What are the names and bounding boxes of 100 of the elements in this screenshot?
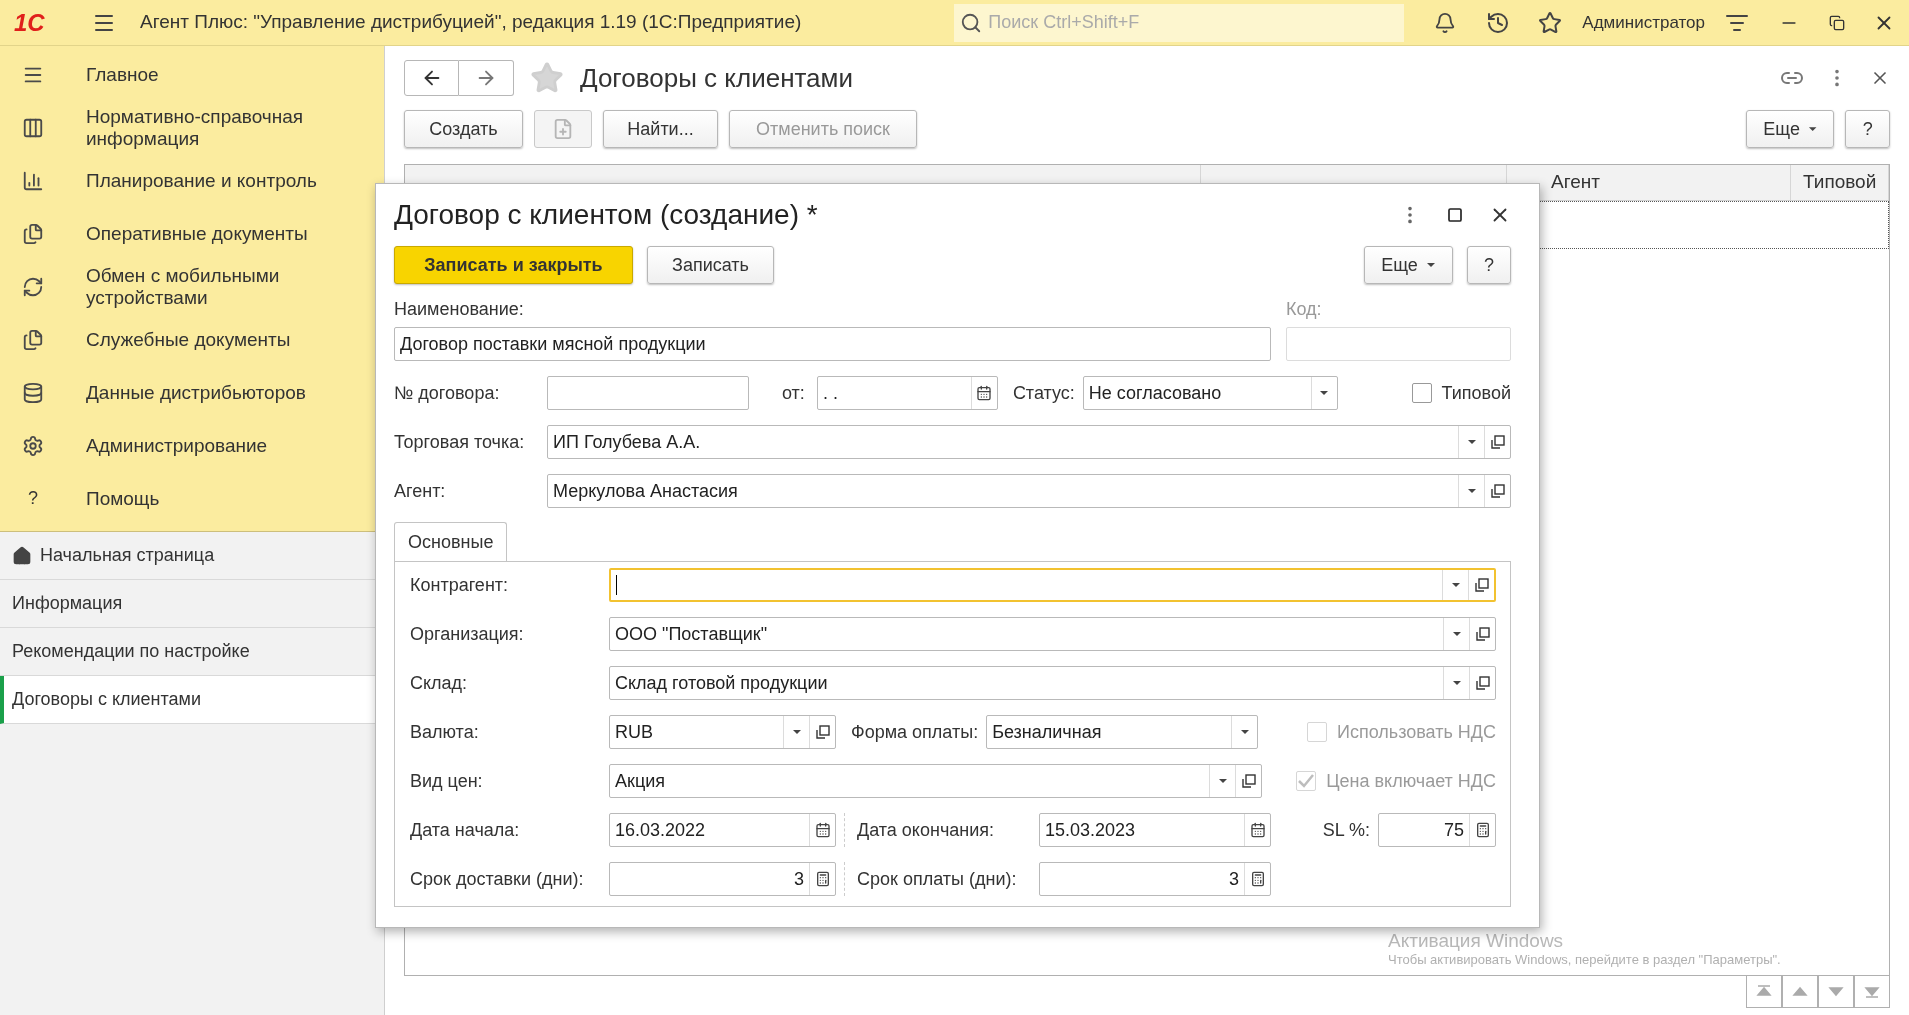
open-icon bbox=[1474, 675, 1491, 691]
help-button[interactable]: ? bbox=[1467, 246, 1511, 284]
settings-icon bbox=[22, 434, 44, 457]
restore-icon[interactable] bbox=[1829, 14, 1845, 31]
sl-field[interactable]: 75 bbox=[1378, 813, 1496, 847]
toolbar-button[interactable]: Найти... bbox=[603, 110, 718, 148]
window-title: Агент Плюс: "Управление дистрибуцией", редакция 1.19 (1С:Предприятие) bbox=[140, 10, 802, 35]
field-label: Наименование: bbox=[394, 298, 525, 321]
organization-field[interactable]: ООО "Поставщик" bbox=[609, 617, 1496, 651]
user-name[interactable]: Администратор bbox=[1582, 9, 1705, 36]
search-icon bbox=[960, 11, 983, 34]
open-icon bbox=[1240, 773, 1257, 789]
columns-icon bbox=[22, 116, 44, 139]
chart-icon bbox=[22, 169, 44, 192]
caret-icon bbox=[1450, 582, 1461, 588]
field-label: Дата начала: bbox=[410, 818, 521, 842]
documents-icon bbox=[22, 328, 44, 351]
notice-title: Активация Windows bbox=[1388, 930, 1565, 952]
toolbar-button[interactable]: Создать bbox=[404, 110, 523, 148]
arrow-icon bbox=[1756, 984, 1773, 999]
status-field[interactable]: Не согласовано bbox=[1082, 376, 1338, 410]
field-label: Срок оплаты (дни): bbox=[857, 868, 1017, 889]
counterparty-field[interactable] bbox=[609, 568, 1496, 602]
agent-field[interactable]: Меркулова Анастасия bbox=[547, 474, 1511, 508]
calculator-icon bbox=[1249, 871, 1266, 887]
document-icon bbox=[552, 118, 574, 140]
section-item[interactable]: Главное bbox=[0, 48, 384, 101]
home-icon bbox=[12, 545, 32, 566]
field-label: Статус: bbox=[1012, 382, 1075, 403]
end-date-field[interactable]: 15.03.2023 bbox=[1039, 813, 1271, 847]
help-button[interactable]: ? bbox=[1845, 110, 1891, 148]
currency-field[interactable]: RUB bbox=[609, 715, 836, 749]
text-cursor bbox=[616, 575, 617, 595]
maximize-icon[interactable] bbox=[1447, 207, 1463, 223]
form-title: Договоры с клиентами bbox=[580, 61, 853, 95]
outlet-field[interactable]: ИП Голубева А.А. bbox=[547, 425, 1511, 459]
star-icon[interactable] bbox=[530, 61, 564, 95]
caret-icon bbox=[1425, 262, 1436, 268]
caret-icon bbox=[1466, 439, 1477, 445]
arrow-icon bbox=[1792, 984, 1809, 999]
calendar-icon bbox=[976, 385, 993, 401]
check-icon bbox=[1298, 774, 1315, 788]
open-icon bbox=[1474, 626, 1491, 642]
number-field[interactable] bbox=[547, 376, 749, 410]
open-icon bbox=[1489, 483, 1506, 499]
start-date-field[interactable]: 16.03.2022 bbox=[609, 813, 836, 847]
field-label: Склад: bbox=[410, 671, 469, 695]
search-field[interactable]: Поиск Ctrl+Shift+F bbox=[954, 3, 1405, 42]
save-button[interactable]: Записать bbox=[647, 246, 774, 284]
arrow-icon bbox=[1828, 984, 1845, 999]
caret-icon bbox=[1451, 631, 1462, 637]
section-item[interactable]: Служебные документы bbox=[0, 313, 384, 366]
price-type-field[interactable]: Акция bbox=[609, 764, 1262, 798]
tab[interactable]: Основные bbox=[394, 522, 508, 562]
star-icon[interactable] bbox=[1538, 10, 1563, 35]
caret-icon bbox=[1451, 680, 1462, 686]
section-item[interactable]: Нормативно-справочная информация bbox=[0, 101, 384, 154]
bell-icon[interactable] bbox=[1434, 11, 1457, 34]
section-item[interactable]: Администрирование bbox=[0, 419, 384, 472]
field-label: Торговая точка: bbox=[394, 430, 526, 454]
arrow-icon bbox=[1864, 984, 1881, 999]
more-button[interactable]: Еще bbox=[1746, 110, 1835, 148]
more-button[interactable]: Еще bbox=[1364, 246, 1453, 284]
save-close-button[interactable]: Записать и закрыть bbox=[394, 246, 633, 284]
name-field[interactable]: Договор поставки мясной продукции bbox=[394, 327, 1271, 361]
dialog-title: Договор с клиентом (создание) * bbox=[394, 198, 818, 232]
calculator-icon bbox=[1474, 822, 1491, 838]
caret-icon bbox=[1217, 778, 1228, 784]
section-item[interactable]: Обмен с мобильными устройствами bbox=[0, 260, 384, 313]
payment-days-field[interactable]: 3 bbox=[1039, 862, 1271, 896]
delivery-days-field[interactable]: 3 bbox=[609, 862, 836, 896]
caret-icon bbox=[1466, 488, 1477, 494]
warehouse-field[interactable]: Склад готовой продукции bbox=[609, 666, 1496, 700]
section-item[interactable]: Данные дистрибьюторов bbox=[0, 366, 384, 419]
calendar-icon bbox=[814, 822, 831, 838]
back-button[interactable] bbox=[404, 60, 459, 96]
sync-icon bbox=[22, 275, 44, 298]
field-label: Контрагент: bbox=[410, 573, 510, 597]
field-label: Дата окончания: bbox=[857, 819, 995, 840]
logo: 1С bbox=[14, 7, 46, 38]
column-header[interactable]: Типовой bbox=[1791, 165, 1890, 200]
checkbox[interactable] bbox=[1411, 383, 1432, 403]
field-label: SL %: bbox=[1322, 819, 1370, 840]
section-item[interactable]: Планирование и контроль bbox=[0, 154, 384, 207]
open-icon bbox=[1473, 577, 1490, 593]
date-field[interactable]: . . bbox=[816, 376, 998, 410]
field-label: Код: bbox=[1286, 298, 1323, 321]
open-icon bbox=[814, 724, 831, 740]
field-label: № договора: bbox=[394, 381, 501, 405]
field-label: от: bbox=[782, 382, 805, 403]
field-label: Вид цен: bbox=[410, 769, 484, 793]
forward-button[interactable] bbox=[459, 60, 514, 96]
section-item[interactable]: Оперативные документы bbox=[0, 207, 384, 260]
documents-icon bbox=[22, 222, 44, 245]
calculator-icon bbox=[814, 871, 831, 887]
help-icon: ? bbox=[22, 485, 44, 512]
checkbox-label: Использовать НДС bbox=[1336, 720, 1496, 744]
payment-form-field[interactable]: Безналичная bbox=[986, 715, 1259, 749]
notice-text: Чтобы активировать Windows, перейдите в раздел "Параметры". bbox=[1388, 952, 1781, 968]
history-icon[interactable] bbox=[1486, 10, 1511, 35]
